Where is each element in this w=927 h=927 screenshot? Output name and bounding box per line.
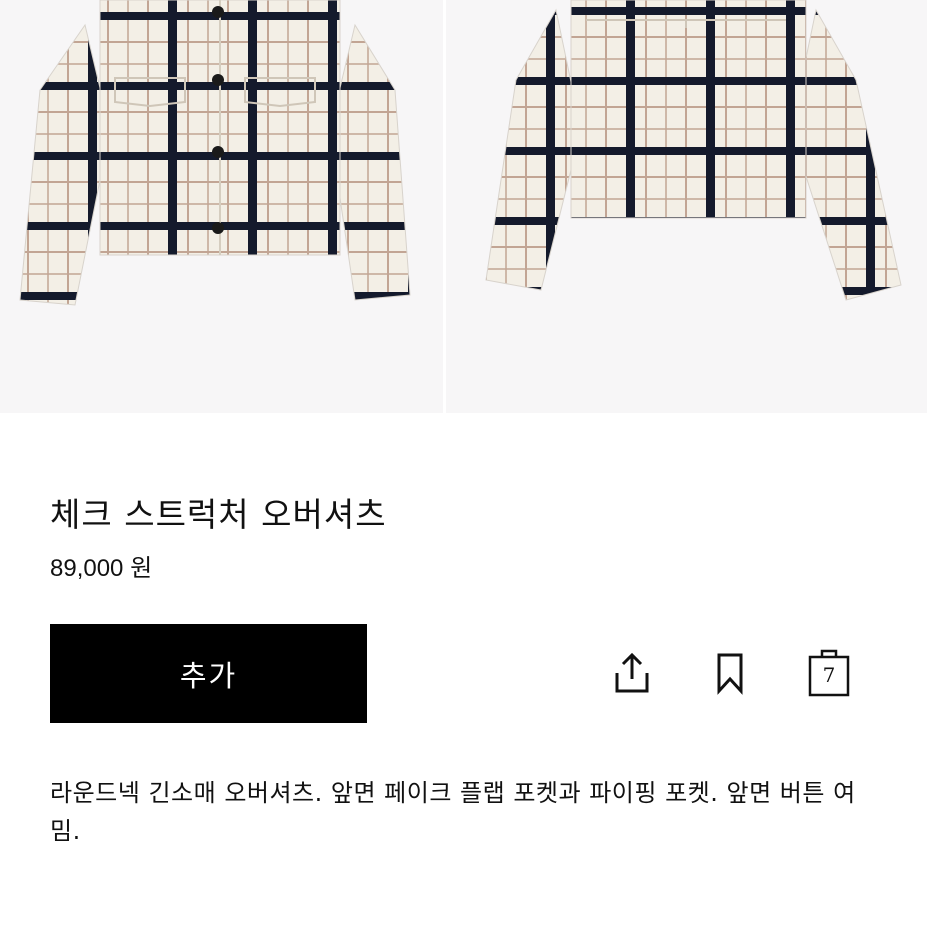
share-button[interactable] xyxy=(609,648,655,698)
product-description: 라운드넥 긴소매 오버셔츠. 앞면 페이크 플랩 포켓과 파이핑 포켓. 앞면 … xyxy=(50,779,856,845)
jacket-back-image xyxy=(485,0,902,301)
product-price: 89,000 원 xyxy=(50,555,153,582)
shopping-bag-button[interactable]: 7 xyxy=(806,648,852,698)
product-photo-front[interactable] xyxy=(0,0,443,413)
add-to-cart-button[interactable]: 추가 xyxy=(50,624,367,723)
bookmark-icon xyxy=(717,653,743,695)
product-image-gallery[interactable] xyxy=(0,0,927,413)
bookmark-button[interactable] xyxy=(707,648,753,698)
product-page: 체크 스트럭처 오버셔츠 89,000 원 추가 7 라운드넥 긴소매 오버셔츠… xyxy=(0,0,927,927)
jacket-front-image xyxy=(19,0,411,306)
share-icon xyxy=(615,652,649,693)
product-photo-back[interactable] xyxy=(446,0,927,413)
bag-count-badge: 7 xyxy=(822,663,836,687)
product-title: 체크 스트럭처 오버셔츠 xyxy=(50,495,387,534)
